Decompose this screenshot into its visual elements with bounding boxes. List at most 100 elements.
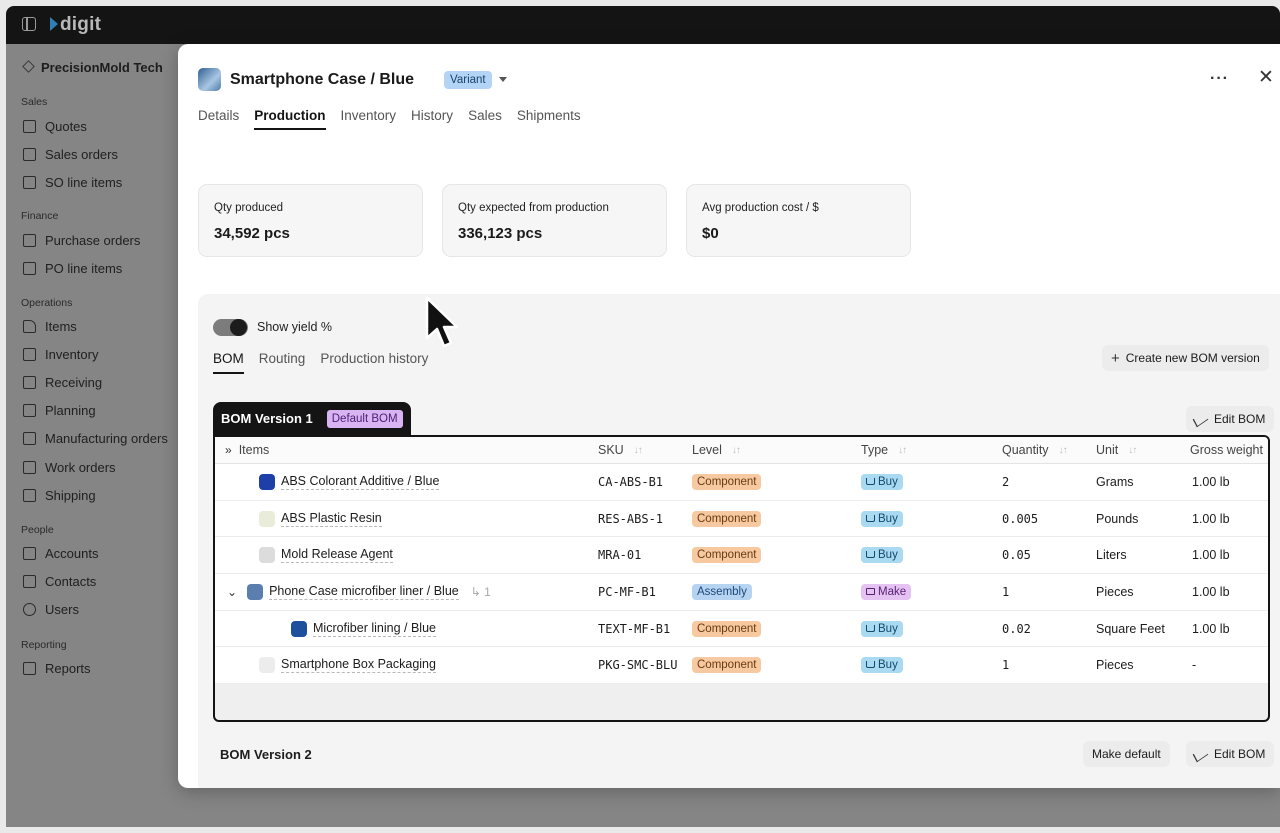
sidebar-item-contacts[interactable]: Contacts [23, 570, 96, 592]
chevron-down-icon[interactable]: ⌄ [227, 585, 237, 599]
sort-icon[interactable]: ↓↑ [898, 445, 906, 456]
sidebar-item-inventory[interactable]: Inventory [23, 343, 98, 365]
tab-inventory[interactable]: Inventory [341, 108, 397, 130]
quantity-cell: 0.005 [1002, 511, 1039, 526]
subtab-production-history[interactable]: Production history [320, 351, 428, 374]
sidebar-item-so-line-items[interactable]: SO line items [23, 171, 122, 193]
pencil-icon [1192, 746, 1209, 762]
tab-production[interactable]: Production [254, 108, 326, 130]
col-sku[interactable]: SKU ↓↑ [598, 437, 642, 463]
sku-cell: RES-ABS-1 [598, 511, 664, 526]
sort-icon[interactable]: ↓↑ [1059, 445, 1067, 456]
table-row[interactable]: ABS Plastic Resin RES-ABS-1 Component Buy 0.… [215, 500, 1268, 538]
tab-details[interactable]: Details [198, 108, 239, 130]
sidebar-item-work-orders[interactable]: Work orders [23, 456, 116, 478]
sidebar-section-sales: Sales [21, 96, 48, 108]
app-logo[interactable]: digit [50, 14, 101, 36]
sort-icon[interactable]: ↓↑ [1128, 445, 1136, 456]
sidebar-item-items[interactable]: Items [23, 315, 77, 337]
create-bom-version-button[interactable]: + Create new BOM version [1102, 345, 1269, 371]
list-check-icon [23, 261, 36, 275]
item-thumbnail [247, 583, 264, 600]
level-badge: Assembly [692, 583, 752, 600]
table-row[interactable]: ABS Colorant Additive / Blue CA-ABS-B1 Com… [215, 464, 1268, 501]
item-thumbnail [259, 510, 275, 527]
grid-icon [23, 403, 36, 417]
toggle-sidebar-icon[interactable] [22, 17, 36, 31]
edit-bom-v2-button[interactable]: Edit BOM [1186, 741, 1275, 767]
col-gross-weight[interactable]: Gross weight [1190, 437, 1263, 463]
col-items[interactable]: » Items [225, 437, 269, 463]
variant-badge[interactable]: Variant [444, 70, 492, 89]
stat-value: 34,592 pcs [214, 225, 290, 242]
item-name-link[interactable]: Mold Release Agent [281, 547, 393, 564]
table-row[interactable]: ⌄ Phone Case microfiber liner / Blue ↳ 1 PC… [215, 574, 1268, 611]
sidebar-section-people: People [21, 524, 54, 536]
tag-icon [23, 319, 36, 333]
item-name-link[interactable]: Microfiber lining / Blue [313, 621, 436, 637]
sidebar-item-purchase-orders[interactable]: Purchase orders [23, 229, 140, 251]
sidebar-item-shipping[interactable]: Shipping [23, 484, 96, 506]
product-title: Smartphone Case / Blue [230, 70, 415, 88]
sidebar-item-accounts[interactable]: Accounts [23, 542, 98, 564]
col-level[interactable]: Level ↓↑ [692, 437, 740, 463]
sort-icon[interactable]: ↓↑ [634, 445, 642, 456]
col-type[interactable]: Type ↓↑ [861, 437, 906, 463]
type-cell: Buy [861, 647, 903, 683]
stat-label: Qty produced [214, 202, 284, 214]
stat-card-avg-cost: Avg production cost / $ $0 [686, 184, 911, 257]
tab-shipments[interactable]: Shipments [517, 108, 581, 130]
tab-history[interactable]: History [411, 108, 453, 130]
org-switcher[interactable]: PrecisionMold Tech [22, 60, 163, 75]
subtab-routing[interactable]: Routing [259, 351, 306, 374]
sidebar-item-po-line-items[interactable]: PO line items [23, 257, 122, 279]
bom-version-name: BOM Version 1 [221, 411, 313, 426]
sidebar-item-sales-orders[interactable]: Sales orders [23, 143, 118, 165]
level-badge: Component [692, 657, 762, 674]
edit-bom-button[interactable]: Edit BOM [1186, 406, 1275, 432]
close-modal-button[interactable]: ✕ [1258, 66, 1274, 89]
table-row[interactable]: Mold Release Agent MRA-01 Component Buy 0.05… [215, 537, 1268, 575]
column-label: Unit [1096, 443, 1119, 457]
tab-sales[interactable]: Sales [468, 108, 502, 130]
chevron-down-icon[interactable] [498, 77, 507, 82]
bom-table: » Items SKU ↓↑ Level ↓↑ Type ↓↑ Quantity ↓↑ U… [215, 437, 1268, 685]
item-name-link[interactable]: Phone Case microfiber liner / Blue [269, 584, 459, 600]
cart-icon [866, 551, 875, 559]
show-yield-toggle[interactable] [213, 319, 248, 336]
bom-version-1-tab[interactable]: BOM Version 1 Default BOM [213, 402, 411, 435]
item-name-link[interactable]: ABS Colorant Additive / Blue [281, 474, 440, 490]
expand-all-icon[interactable]: » [225, 443, 232, 457]
sort-icon[interactable]: ↓↑ [732, 445, 740, 456]
item-name-link[interactable]: ABS Plastic Resin [281, 511, 382, 527]
col-quantity[interactable]: Quantity ↓↑ [1002, 437, 1067, 463]
item-cell: ⌄ Phone Case microfiber liner / Blue ↳ 1 [227, 574, 491, 610]
subitem-count-value: 1 [484, 584, 491, 599]
folder-icon [23, 431, 36, 445]
sidebar-item-manufacturing-orders[interactable]: Manufacturing orders [23, 427, 168, 449]
sidebar-item-users[interactable]: Users [23, 598, 79, 620]
more-options-button[interactable]: ··· [1210, 70, 1229, 88]
sku-cell: PKG-SMC-BLU [598, 658, 678, 673]
quantity-cell: 1 [1002, 658, 1010, 673]
quantity-cell: 0.02 [1002, 621, 1031, 636]
sidebar-item-quotes[interactable]: Quotes [23, 115, 87, 137]
make-default-button[interactable]: Make default [1083, 741, 1170, 767]
col-unit[interactable]: Unit ↓↑ [1096, 437, 1136, 463]
sku-cell: TEXT-MF-B1 [598, 621, 671, 636]
report-icon [23, 661, 36, 675]
sidebar-item-reports[interactable]: Reports [23, 657, 91, 679]
bom-table-header: » Items SKU ↓↑ Level ↓↑ Type ↓↑ Quantity ↓↑ U… [215, 437, 1268, 464]
item-name-link[interactable]: Smartphone Box Packaging [281, 657, 436, 674]
table-row[interactable]: Microfiber lining / Blue TEXT-MF-B1 Compon… [215, 610, 1268, 648]
item-cell: ABS Plastic Resin [259, 501, 382, 537]
quantity-cell: 0.05 [1002, 548, 1031, 563]
unit-cell: Pieces [1096, 584, 1134, 599]
sidebar-item-receiving[interactable]: Receiving [23, 371, 102, 393]
sidebar-item-planning[interactable]: Planning [23, 399, 96, 421]
cart-icon [866, 661, 875, 669]
column-label: Level [692, 443, 722, 457]
modal-header: Smartphone Case / Blue Variant [198, 68, 507, 91]
subtab-bom[interactable]: BOM [213, 351, 244, 374]
table-row[interactable]: Smartphone Box Packaging PKG-SMC-BLU Compo… [215, 647, 1268, 685]
